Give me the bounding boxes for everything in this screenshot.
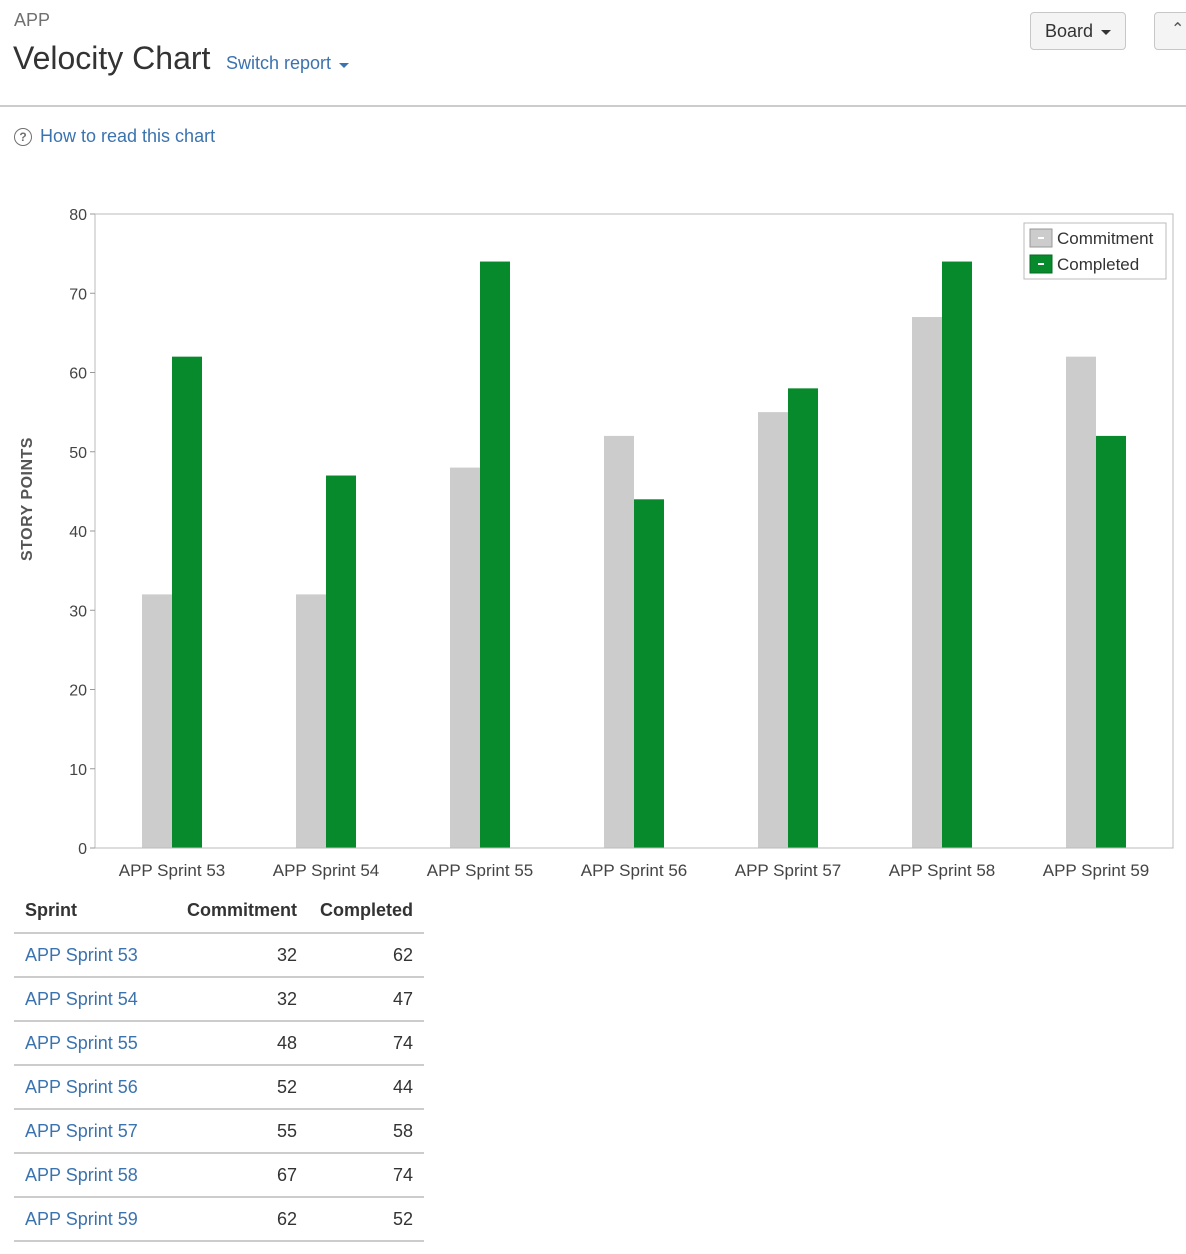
y-tick-label: 10 — [69, 762, 87, 779]
completed-value: 44 — [308, 1065, 424, 1110]
legend-label-commitment: Commitment — [1057, 229, 1154, 248]
bar-commitment — [758, 412, 788, 848]
completed-value: 74 — [308, 1021, 424, 1066]
x-tick-label: APP Sprint 53 — [119, 861, 225, 880]
bar-completed — [788, 388, 818, 848]
col-header-commitment: Commitment — [160, 889, 308, 934]
board-button-label: Board — [1044, 20, 1094, 41]
bar-commitment — [142, 594, 172, 848]
commitment-value: 62 — [160, 1197, 308, 1242]
table-row: APP Sprint 55 48 74 — [14, 1021, 424, 1066]
y-tick-label: 30 — [69, 603, 87, 620]
table-row: APP Sprint 53 32 62 — [14, 933, 424, 978]
legend-label-completed: Completed — [1057, 255, 1139, 274]
table-header-row: Sprint Commitment Completed — [14, 889, 424, 934]
x-tick-label: APP Sprint 56 — [581, 861, 687, 880]
commitment-value: 32 — [160, 977, 308, 1022]
completed-value: 47 — [308, 977, 424, 1022]
velocity-table: Sprint Commitment Completed APP Sprint 5… — [14, 889, 424, 1242]
y-tick-label: 40 — [69, 524, 87, 541]
legend-swatch-mark — [1038, 263, 1044, 265]
board-button[interactable]: Board — [1030, 12, 1126, 50]
col-header-sprint: Sprint — [14, 889, 160, 934]
how-to-read-link[interactable]: ? How to read this chart — [14, 126, 215, 147]
completed-value: 52 — [308, 1197, 424, 1242]
commitment-value: 52 — [160, 1065, 308, 1110]
bar-completed — [942, 261, 972, 848]
table-row: APP Sprint 57 55 58 — [14, 1109, 424, 1154]
bar-completed — [1096, 435, 1126, 848]
y-axis-title: STORY POINTS — [19, 437, 36, 561]
x-tick-label: APP Sprint 59 — [1043, 861, 1149, 880]
chevron-down-icon — [339, 62, 350, 68]
how-to-read-label: How to read this chart — [40, 126, 216, 146]
table-row: APP Sprint 56 52 44 — [14, 1065, 424, 1110]
y-tick-label: 70 — [69, 286, 87, 303]
double-chevron-up-icon: ⌃ — [1171, 21, 1185, 38]
sprint-link[interactable]: APP Sprint 57 — [14, 1109, 160, 1154]
commitment-value: 55 — [160, 1109, 308, 1154]
expand-button[interactable]: ⌃ — [1154, 12, 1186, 50]
sprint-link[interactable]: APP Sprint 53 — [14, 933, 160, 978]
x-tick-label: APP Sprint 57 — [735, 861, 841, 880]
commitment-value: 32 — [160, 933, 308, 978]
bar-completed — [480, 261, 510, 848]
table-row: APP Sprint 59 62 52 — [14, 1197, 424, 1242]
bar-completed — [634, 499, 664, 848]
switch-report-label: Switch report — [226, 53, 332, 73]
sprint-link[interactable]: APP Sprint 59 — [14, 1197, 160, 1242]
switch-report-dropdown[interactable]: Switch report — [226, 53, 350, 74]
bar-commitment — [296, 594, 326, 848]
bar-commitment — [912, 317, 942, 848]
bar-completed — [172, 356, 202, 848]
completed-value: 74 — [308, 1153, 424, 1198]
y-tick-label: 80 — [69, 207, 87, 224]
completed-value: 58 — [308, 1109, 424, 1154]
completed-value: 62 — [308, 933, 424, 978]
sprint-link[interactable]: APP Sprint 55 — [14, 1021, 160, 1066]
chart-legend: Commitment Completed — [1023, 222, 1167, 280]
sprint-link[interactable]: APP Sprint 54 — [14, 977, 160, 1022]
project-key: APP — [14, 10, 51, 30]
bar-completed — [326, 475, 356, 848]
table-row: APP Sprint 54 32 47 — [14, 977, 424, 1022]
page-title: Velocity Chart — [13, 40, 211, 76]
chevron-down-icon — [1101, 30, 1112, 35]
y-tick-label: 0 — [78, 841, 87, 858]
y-tick-label: 50 — [69, 445, 87, 462]
sprint-link[interactable]: APP Sprint 56 — [14, 1065, 160, 1110]
sprint-link[interactable]: APP Sprint 58 — [14, 1153, 160, 1198]
table-row: APP Sprint 58 67 74 — [14, 1153, 424, 1198]
question-circle-icon: ? — [14, 127, 32, 146]
x-tick-label: APP Sprint 54 — [273, 861, 379, 880]
report-header: APP Velocity Chart Switch report Board ⌃ — [0, 0, 1186, 107]
commitment-value: 48 — [160, 1021, 308, 1066]
velocity-chart: 0 10 20 30 40 50 60 70 80 APP Sprint 53 APP Sprint… — [19, 207, 1174, 880]
bar-commitment — [450, 467, 480, 848]
legend-swatch-mark — [1038, 237, 1044, 239]
col-header-completed: Completed — [308, 889, 424, 934]
bar-commitment — [1066, 356, 1096, 848]
x-tick-label: APP Sprint 58 — [889, 861, 995, 880]
y-tick-label: 20 — [69, 683, 87, 700]
bar-commitment — [604, 435, 634, 848]
y-tick-label: 60 — [69, 366, 87, 383]
x-tick-label: APP Sprint 55 — [427, 861, 533, 880]
commitment-value: 67 — [160, 1153, 308, 1198]
